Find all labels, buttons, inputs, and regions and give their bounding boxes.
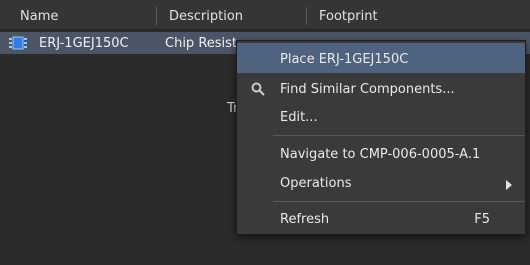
component-chip-icon — [9, 36, 27, 50]
context-menu: Place ERJ-1GEJ150C Find Similar Componen… — [236, 40, 526, 235]
menu-item-label: Operations — [280, 176, 352, 191]
menu-item-label: Place ERJ-1GEJ150C — [280, 52, 409, 67]
menu-item-navigate[interactable]: Navigate to CMP-006-0005-A.1 — [237, 138, 525, 168]
menu-item-find-similar[interactable]: Find Similar Components... — [237, 73, 525, 103]
column-header-name[interactable]: Name — [20, 0, 58, 30]
search-icon — [251, 82, 265, 96]
menu-item-edit[interactable]: Edit... — [237, 101, 525, 131]
submenu-arrow-icon — [506, 180, 512, 190]
column-divider[interactable] — [156, 7, 157, 25]
column-header-footprint[interactable]: Footprint — [319, 0, 378, 30]
column-header-description[interactable]: Description — [169, 0, 243, 30]
column-divider[interactable] — [306, 7, 307, 25]
menu-item-operations[interactable]: Operations — [237, 167, 525, 197]
menu-item-label: Refresh — [280, 212, 330, 227]
cell-name: ERJ-1GEJ150C — [39, 36, 129, 51]
menu-separator — [273, 201, 525, 202]
cell-description: Chip Resisto — [165, 36, 236, 51]
menu-separator — [273, 135, 525, 136]
shortcut-label: F5 — [474, 212, 490, 227]
menu-item-place[interactable]: Place ERJ-1GEJ150C — [237, 43, 525, 73]
menu-item-refresh[interactable]: Refresh F5 — [237, 203, 525, 233]
table-header: Name Description Footprint — [0, 0, 530, 30]
menu-item-label: Edit... — [280, 110, 318, 125]
